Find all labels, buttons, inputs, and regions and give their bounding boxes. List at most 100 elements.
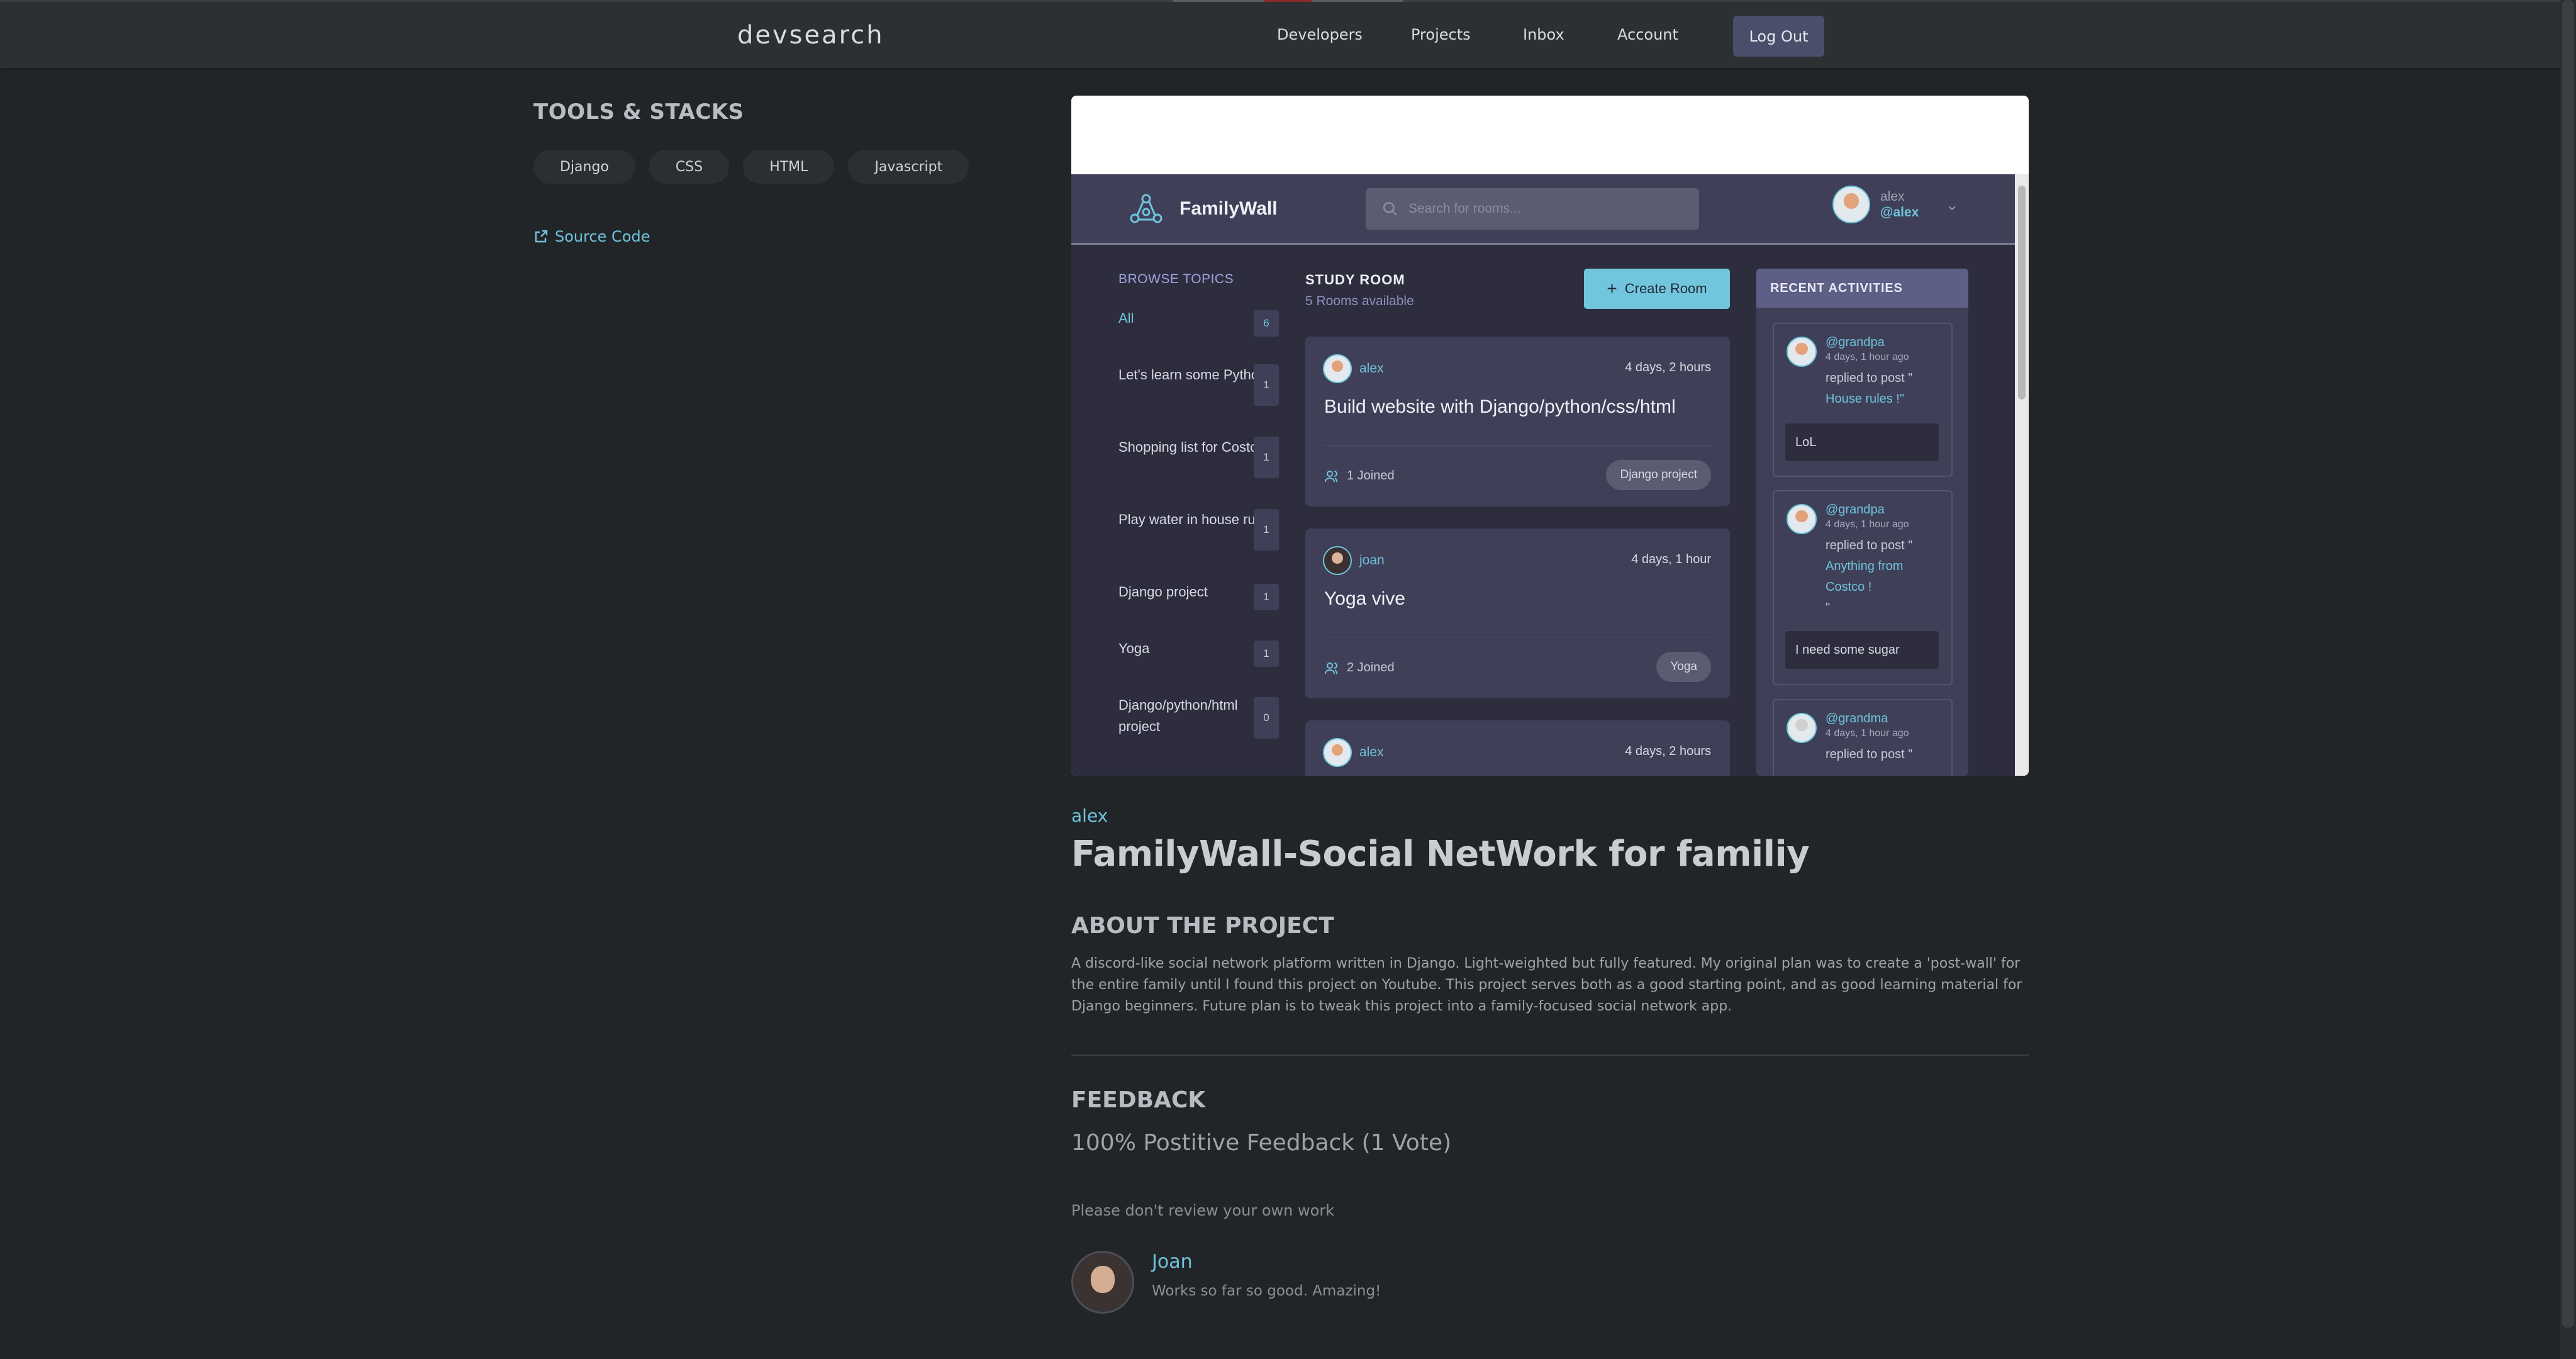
activity-message: LoL — [1785, 423, 1939, 461]
topic-count: 1 — [1254, 364, 1279, 406]
activity-card: @grandpa 4 days, 1 hour ago replied to p… — [1773, 490, 1953, 685]
project-title: FamilyWall-Social NetWork for familiy — [1071, 834, 1810, 875]
feedback-note: Please don't review your own work — [1071, 1202, 1335, 1219]
tool-tag: Django — [533, 150, 635, 184]
external-link-icon — [535, 230, 548, 243]
search-placeholder: Search for rooms... — [1408, 201, 1521, 216]
activity-replied: replied to post " — [1826, 539, 1913, 552]
review-text: Works so far so good. Amazing! — [1152, 1283, 1381, 1299]
user-menu: alex @alex ⌄ — [1832, 186, 1959, 223]
room-host-name: alex — [1359, 745, 1384, 759]
source-code-label: Source Code — [555, 228, 650, 245]
room-topic-tag: Django project — [1606, 460, 1711, 490]
room-time: 4 days, 1 hour — [1631, 552, 1711, 566]
plus-icon: + — [1607, 279, 1617, 298]
room-time: 4 days, 2 hours — [1625, 361, 1711, 374]
create-room-label: Create Room — [1624, 281, 1707, 296]
avatar[interactable] — [1071, 1251, 1134, 1314]
chevron-down-icon: ⌄ — [1945, 194, 1960, 214]
room-topic-tag: Yoga — [1656, 652, 1711, 682]
room-host: alex — [1323, 354, 1384, 383]
tool-tag: CSS — [649, 150, 730, 184]
topic-count: 6 — [1254, 310, 1279, 337]
user-name: alex — [1880, 189, 1905, 204]
activity-user: @grandpa — [1826, 503, 1885, 517]
room-host: joan — [1323, 546, 1385, 575]
tools-stacks-heading: TOOLS & STACKS — [533, 99, 744, 125]
screenshot-app: FamilyWall Search for rooms... alex @ale… — [1071, 174, 2015, 776]
feedback-heading: FEEDBACK — [1071, 1087, 1206, 1113]
activity-text: replied to post " Anything from Costco ! " — [1826, 535, 1945, 618]
reviewer-name[interactable]: Joan — [1152, 1251, 1193, 1273]
section-divider — [1071, 1054, 2029, 1056]
screenshot-scrollbar — [2015, 174, 2029, 776]
study-room-heading: STUDY ROOM — [1305, 272, 1405, 288]
topic-count: 0 — [1254, 697, 1279, 739]
room-search-input: Search for rooms... — [1366, 188, 1699, 230]
project-screenshot: FamilyWall Search for rooms... alex @ale… — [1071, 96, 2029, 776]
users-icon — [1325, 470, 1337, 482]
topic-item: All — [1118, 310, 1134, 326]
activity-time: 4 days, 1 hour ago — [1826, 519, 1909, 530]
room-joined-count: 1 Joined — [1347, 469, 1395, 483]
tool-tag: HTML — [743, 150, 835, 184]
tool-tags: Django CSS HTML Javascript — [533, 150, 969, 184]
topic-item: Django project — [1118, 584, 1208, 600]
topic-count: 1 — [1254, 437, 1279, 478]
room-card: joan 4 days, 1 hour Yoga vive 2 Joined Y… — [1305, 528, 1730, 698]
room-card: alex 4 days, 2 hours Build website with … — [1305, 337, 1730, 506]
room-title: Yoga vive — [1324, 588, 1405, 609]
app-brand: FamilyWall — [1179, 198, 1278, 219]
logout-button[interactable]: Log Out — [1733, 16, 1824, 57]
nav-link-projects[interactable]: Projects — [1411, 26, 1471, 43]
recent-activities-panel: RECENT ACTIVITIES @grandpa 4 days, 1 hou… — [1756, 269, 1968, 776]
topic-item: Let's learn some Python — [1118, 367, 1267, 383]
nav-link-inbox[interactable]: Inbox — [1523, 26, 1564, 43]
app-header: FamilyWall Search for rooms... alex @ale… — [1071, 174, 2015, 245]
review-item: Joan Works so far so good. Amazing! — [1071, 1251, 1381, 1314]
topic-item: Shopping list for Costco — [1118, 439, 1265, 455]
room-host: alex — [1323, 738, 1384, 767]
activity-post-link: Anything from Costco ! — [1826, 559, 1904, 594]
activity-replied: replied to post " — [1826, 371, 1913, 385]
avatar — [1323, 738, 1352, 767]
users-icon — [1325, 662, 1337, 674]
room-card: alex 4 days, 2 hours — [1305, 720, 1730, 776]
project-owner-link[interactable]: alex — [1071, 805, 1108, 826]
activity-user: @grandma — [1826, 712, 1888, 725]
activity-time: 4 days, 1 hour ago — [1826, 728, 1909, 739]
activity-tail: " — [1826, 601, 1831, 615]
topic-count: 1 — [1254, 584, 1279, 610]
activity-text: replied to post " — [1826, 747, 1913, 761]
create-room-button: + Create Room — [1584, 269, 1730, 309]
nav-link-account[interactable]: Account — [1617, 26, 1678, 43]
activity-text: replied to post " House rules !" — [1826, 368, 1945, 410]
avatar — [1832, 186, 1870, 223]
room-joined: 1 Joined — [1324, 469, 1395, 483]
top-navbar: devsearch Developers Projects Inbox Acco… — [0, 0, 2560, 68]
recent-activities-heading: RECENT ACTIVITIES — [1756, 269, 1968, 308]
activity-message: I need some sugar — [1785, 631, 1939, 669]
room-title: Build website with Django/python/css/htm… — [1324, 396, 1676, 417]
avatar — [1323, 354, 1352, 383]
user-handle: @alex — [1880, 205, 1919, 220]
room-host-name: joan — [1359, 553, 1385, 568]
page-scrollbar-thumb[interactable] — [2562, 0, 2574, 1328]
site-logo[interactable]: devsearch — [737, 21, 884, 50]
about-heading: ABOUT THE PROJECT — [1071, 913, 1334, 939]
topic-item: Yoga — [1118, 640, 1150, 656]
avatar — [1323, 546, 1352, 575]
feedback-score: 100% Postitive Feedback (1 Vote) — [1071, 1130, 1452, 1156]
nav-active-accent — [1264, 0, 1312, 2]
room-time: 4 days, 2 hours — [1625, 744, 1711, 758]
room-host-name: alex — [1359, 361, 1384, 376]
topic-count: 1 — [1254, 640, 1279, 667]
familywall-logo-icon — [1130, 194, 1163, 223]
avatar — [1787, 713, 1817, 743]
source-code-link[interactable]: Source Code — [533, 228, 650, 245]
activity-time: 4 days, 1 hour ago — [1826, 352, 1909, 362]
nav-link-developers[interactable]: Developers — [1277, 26, 1363, 43]
tool-tag: Javascript — [848, 150, 969, 184]
browse-topics-heading: BROWSE TOPICS — [1118, 272, 1234, 286]
avatar — [1787, 504, 1817, 534]
